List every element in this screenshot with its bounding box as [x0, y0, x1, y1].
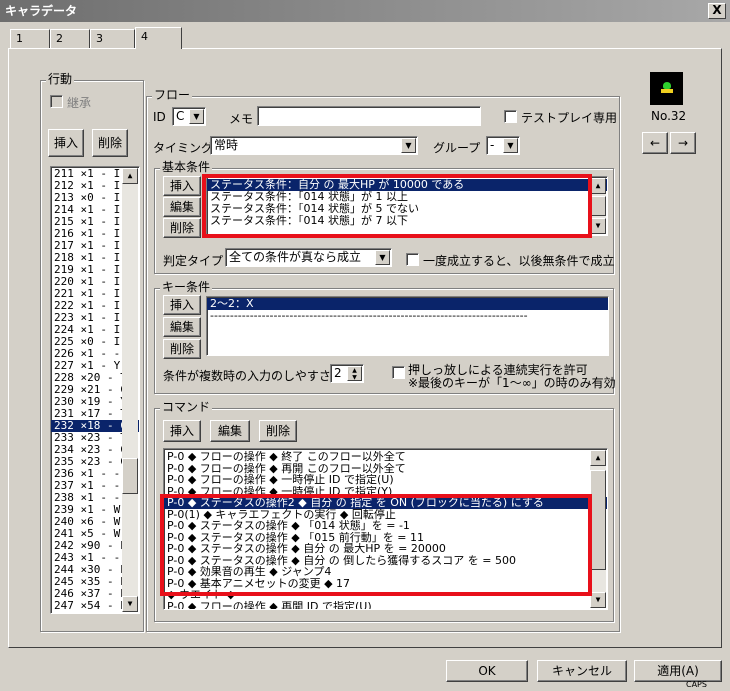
id-select-value: C	[176, 109, 185, 123]
testplay-checkbox[interactable]	[504, 110, 517, 123]
action-delete-button[interactable]: 削除	[92, 129, 128, 157]
inherit-checkbox[interactable]	[50, 95, 63, 108]
memo-label: メモ	[229, 112, 254, 126]
prev-arrow-button[interactable]: ←	[642, 132, 668, 154]
key-condition-list[interactable]: 2～2：X -----------------------------------…	[206, 296, 609, 356]
scroll-up-icon[interactable]: ▲	[122, 168, 138, 184]
key-delete-button[interactable]: 削除	[163, 339, 201, 359]
action-list[interactable]: 211 ×1 - I 212 ×1 - I 213 ×0 - I 214 ×1 - I…	[50, 166, 140, 614]
tab-3[interactable]: 3	[90, 29, 135, 48]
character-number: No.32	[651, 109, 687, 123]
command-list-item[interactable]: P-0 ◆ フローの操作 ◆ 一時停止 ID で指定(Y)	[164, 486, 607, 498]
command-edit-button[interactable]: 編集	[210, 420, 250, 442]
command-list[interactable]: P-0 ◆ フローの操作 ◆ 終了 このフロー以外全て P-0 ◆ フローの操作 …	[163, 448, 608, 610]
ease-value: 2	[334, 366, 342, 380]
tab-2[interactable]: 2	[50, 29, 90, 48]
scroll-thumb[interactable]	[122, 458, 138, 494]
judge-type-value: 全ての条件が真なら成立	[229, 250, 362, 264]
basic-condition-list[interactable]: ステータス条件：自分 の 最大HP が 10000 である ステータス条件：「01…	[206, 176, 608, 236]
command-list-item[interactable]: P-0 ◆ ステータスの操作 ◆ 自分 の 倒したら獲得するスコア を = 50…	[164, 555, 607, 567]
command-list-scrollbar[interactable]: ▲ ▼	[590, 450, 606, 608]
command-list-item[interactable]: P-0(1) ◆ キャラエフェクトの実行 ◆ 回転停止	[164, 509, 607, 521]
group-label: グループ	[433, 141, 481, 155]
command-list-item[interactable]: P-0 ◆ ステータスの操作 ◆ 「014 状態」を = -1	[164, 520, 607, 532]
ease-spinner[interactable]: 2 ▲ ▼	[330, 364, 364, 383]
chevron-down-icon: ▼	[375, 250, 390, 265]
command-list-item[interactable]: P-0 ◆ フローの操作 ◆ 終了 このフロー以外全て	[164, 451, 607, 463]
hold-checkbox[interactable]	[392, 366, 405, 379]
command-list-item[interactable]: P-0 ◆ フローの操作 ◆ 再開 このフロー以外全て	[164, 463, 607, 475]
flow-group-label: フロー	[152, 88, 193, 102]
command-insert-button[interactable]: 挿入	[163, 420, 201, 442]
basic-condition-item[interactable]: ステータス条件：「014 状態」が 7 以下	[207, 215, 607, 227]
command-list-item[interactable]: P-0 ◆ 基本アニメセットの変更 ◆ 17	[164, 578, 607, 590]
command-list-item[interactable]: P-0 ◆ 効果音の再生 ◆ ジャンプ4	[164, 566, 607, 578]
cancel-button[interactable]: キャンセル	[537, 660, 627, 682]
basic-condition-label: 基本条件	[160, 160, 213, 174]
scroll-thumb[interactable]	[590, 470, 606, 570]
key-edit-button[interactable]: 編集	[163, 317, 201, 337]
tab-4[interactable]: 4	[135, 27, 182, 49]
once-checkbox[interactable]	[406, 253, 419, 266]
id-label: ID	[153, 110, 166, 124]
key-insert-button[interactable]: 挿入	[163, 295, 201, 315]
timing-select[interactable]: 常時 ▼	[210, 136, 418, 155]
memo-input[interactable]	[257, 106, 481, 126]
chevron-down-icon: ▼	[189, 109, 204, 124]
id-select[interactable]: C ▼	[172, 107, 206, 126]
character-icon	[650, 72, 683, 105]
timing-select-value: 常時	[214, 138, 239, 152]
scroll-up-icon[interactable]: ▲	[590, 178, 606, 194]
basic-delete-button[interactable]: 削除	[163, 218, 201, 238]
inherit-label: 継承	[67, 96, 92, 110]
key-condition-label: キー条件	[160, 280, 213, 294]
ok-button[interactable]: OK	[446, 660, 528, 682]
basic-condition-item[interactable]: ステータス条件：「014 状態」が 5 でない	[207, 203, 607, 215]
scroll-down-icon[interactable]: ▼	[590, 218, 606, 234]
judge-type-label: 判定タイプ	[163, 254, 224, 268]
group-select-value: -	[490, 138, 495, 152]
chevron-down-icon: ▼	[401, 138, 416, 153]
ease-label: 条件が複数時の入力のしやすさ	[163, 369, 331, 383]
action-list-scrollbar[interactable]: ▲ ▼	[122, 168, 138, 612]
scroll-up-icon[interactable]: ▲	[590, 450, 606, 466]
command-label: コマンド	[160, 400, 213, 414]
command-list-item[interactable]: ◆ ウエイト ◆	[164, 589, 607, 601]
basic-list-scrollbar[interactable]: ▲ ▼	[590, 178, 606, 234]
apply-button[interactable]: 適用(A)	[634, 660, 722, 682]
basic-condition-item[interactable]: ステータス条件：「014 状態」が 1 以上	[207, 191, 607, 203]
window-title: キャラデータ	[0, 0, 730, 22]
command-delete-button[interactable]: 削除	[259, 420, 297, 442]
command-list-item[interactable]: P-0 ◆ フローの操作 ◆ 再開 ID で指定(U)	[164, 601, 607, 610]
command-list-item[interactable]: P-0 ◆ ステータスの操作2 ◆ 自分 の 指定 を ON (ブロックに当たる…	[164, 497, 607, 509]
basic-condition-item[interactable]: ステータス条件：自分 の 最大HP が 10000 である	[207, 179, 607, 191]
basic-insert-button[interactable]: 挿入	[163, 176, 201, 196]
command-list-item[interactable]: P-0 ◆ ステータスの操作 ◆ 自分 の 最大HP を = 20000	[164, 543, 607, 555]
basic-edit-button[interactable]: 編集	[163, 197, 201, 217]
chevron-down-icon: ▼	[503, 138, 518, 153]
testplay-label: テストプレイ専用	[521, 111, 618, 125]
next-arrow-button[interactable]: →	[670, 132, 696, 154]
key-condition-item[interactable]: 2～2：X	[207, 298, 608, 310]
once-label: 一度成立すると、以後無条件で成立	[423, 254, 615, 268]
hold-note: ※最後のキーが「1～∞」の時のみ有効	[408, 376, 616, 390]
key-condition-item[interactable]: ----------------------------------------…	[207, 310, 608, 322]
tab-1[interactable]: 1	[10, 29, 50, 48]
action-group-label: 行動	[46, 72, 75, 86]
caps-indicator: CAPS	[686, 680, 707, 689]
scroll-down-icon[interactable]: ▼	[590, 592, 606, 608]
timing-label: タイミング	[153, 141, 214, 155]
command-list-item[interactable]: P-0 ◆ フローの操作 ◆ 一時停止 ID で指定(U)	[164, 474, 607, 486]
scroll-down-icon[interactable]: ▼	[122, 596, 138, 612]
group-select[interactable]: - ▼	[486, 136, 520, 155]
action-insert-button[interactable]: 挿入	[48, 129, 84, 157]
command-list-item[interactable]: P-0 ◆ ステータスの操作 ◆ 「015 前行動」を = 11	[164, 532, 607, 544]
scroll-thumb[interactable]	[590, 196, 606, 216]
close-button[interactable]: X	[708, 3, 726, 19]
spinner-arrows-icon[interactable]: ▲ ▼	[347, 366, 362, 381]
judge-type-select[interactable]: 全ての条件が真なら成立 ▼	[225, 248, 392, 267]
